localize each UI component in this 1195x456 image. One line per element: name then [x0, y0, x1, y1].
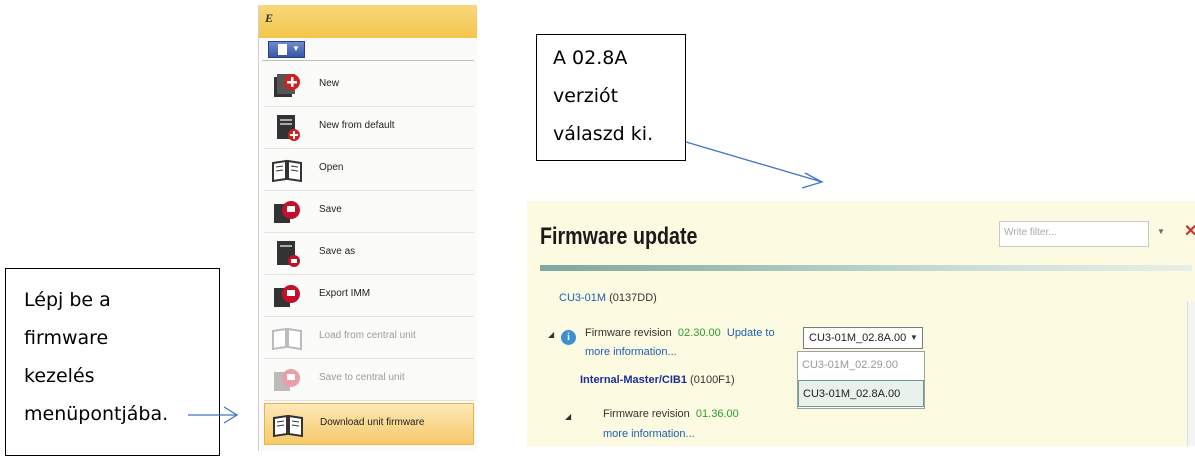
- arrow-right-line: [685, 141, 823, 183]
- arrows-overlay: [188, 141, 824, 424]
- arrow-right-head: [801, 172, 824, 189]
